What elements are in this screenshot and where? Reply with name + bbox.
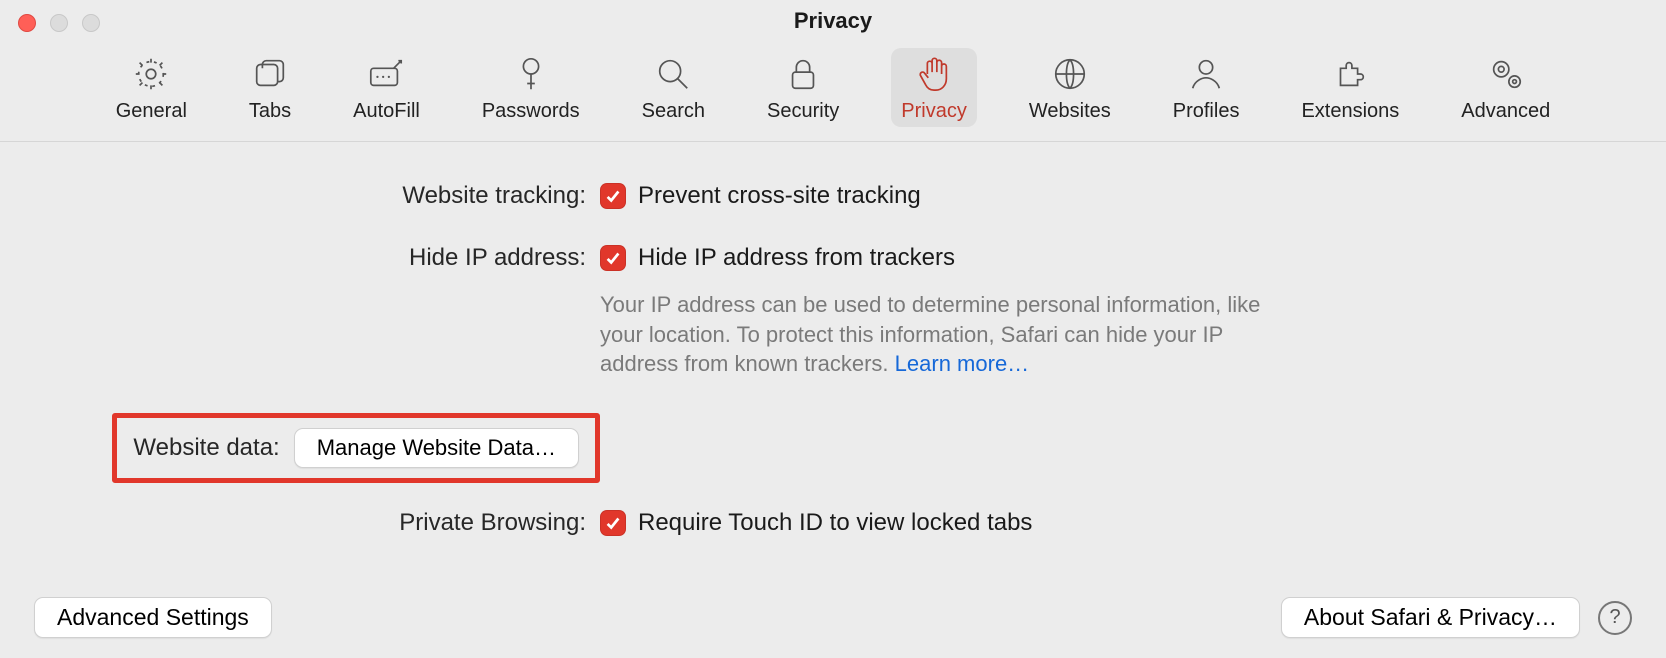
minimize-window-button[interactable] — [50, 14, 68, 32]
label-private-browsing: Private Browsing: — [60, 509, 600, 537]
puzzle-icon — [1330, 54, 1370, 94]
checkmark-icon — [604, 249, 622, 267]
tab-label: Search — [642, 100, 705, 123]
tab-label: Extensions — [1301, 100, 1399, 123]
hand-icon — [914, 54, 954, 94]
help-button[interactable]: ? — [1598, 601, 1632, 635]
learn-more-link[interactable]: Learn more… — [895, 351, 1030, 376]
row-website-data: Website data: Manage Website Data… — [60, 413, 1606, 483]
tab-websites[interactable]: Websites — [1019, 48, 1121, 127]
row-hide-ip: Hide IP address: Hide IP address from tr… — [60, 244, 1606, 379]
tab-label: AutoFill — [353, 100, 420, 123]
checkmark-icon — [604, 187, 622, 205]
checkbox-label: Require Touch ID to view locked tabs — [638, 509, 1032, 537]
checkbox-require-touch-id[interactable] — [600, 510, 626, 536]
autofill-icon — [366, 54, 406, 94]
checkbox-hide-ip[interactable] — [600, 245, 626, 271]
tab-privacy[interactable]: Privacy — [891, 48, 977, 127]
tab-label: Privacy — [901, 100, 967, 123]
content-area: Website tracking: Prevent cross-site tra… — [0, 142, 1666, 658]
tab-security[interactable]: Security — [757, 48, 849, 127]
advanced-settings-button[interactable]: Advanced Settings — [34, 597, 272, 638]
row-website-tracking: Website tracking: Prevent cross-site tra… — [60, 182, 1606, 210]
manage-website-data-button[interactable]: Manage Website Data… — [294, 428, 579, 468]
tab-general[interactable]: General — [106, 48, 197, 127]
gear-icon — [131, 54, 171, 94]
tab-label: Tabs — [249, 100, 291, 123]
checkbox-label: Hide IP address from trackers — [638, 244, 955, 272]
lock-icon — [783, 54, 823, 94]
checkbox-label: Prevent cross-site tracking — [638, 182, 921, 210]
tab-autofill[interactable]: AutoFill — [343, 48, 430, 127]
tab-advanced[interactable]: Advanced — [1451, 48, 1560, 127]
checkbox-prevent-cross-site-tracking[interactable] — [600, 183, 626, 209]
titlebar: Privacy — [0, 0, 1666, 42]
checkmark-icon — [604, 514, 622, 532]
profile-icon — [1186, 54, 1226, 94]
about-safari-privacy-button[interactable]: About Safari & Privacy… — [1281, 597, 1580, 638]
tab-label: Profiles — [1173, 100, 1240, 123]
close-window-button[interactable] — [18, 14, 36, 32]
tab-label: Advanced — [1461, 100, 1550, 123]
preferences-window: Privacy General Tabs AutoFill Password — [0, 0, 1666, 658]
gears-icon — [1486, 54, 1526, 94]
bottom-bar: Advanced Settings About Safari & Privacy… — [0, 597, 1666, 638]
tab-label: Websites — [1029, 100, 1111, 123]
tabs-icon — [250, 54, 290, 94]
zoom-window-button[interactable] — [82, 14, 100, 32]
tab-passwords[interactable]: Passwords — [472, 48, 590, 127]
window-controls — [18, 14, 100, 32]
tab-toolbar: General Tabs AutoFill Passwords Search — [0, 42, 1666, 142]
hide-ip-description: Your IP address can be used to determine… — [600, 290, 1280, 379]
tab-label: Security — [767, 100, 839, 123]
row-private-browsing: Private Browsing: Require Touch ID to vi… — [60, 509, 1606, 537]
tab-tabs[interactable]: Tabs — [239, 48, 301, 127]
window-title: Privacy — [0, 8, 1666, 34]
label-website-data: Website data: — [133, 434, 279, 462]
tab-extensions[interactable]: Extensions — [1291, 48, 1409, 127]
label-website-tracking: Website tracking: — [60, 182, 600, 210]
key-icon — [511, 54, 551, 94]
tab-label: Passwords — [482, 100, 580, 123]
search-icon — [653, 54, 693, 94]
label-hide-ip: Hide IP address: — [60, 244, 600, 272]
globe-icon — [1050, 54, 1090, 94]
website-data-highlight: Website data: Manage Website Data… — [112, 413, 600, 483]
tab-profiles[interactable]: Profiles — [1163, 48, 1250, 127]
tab-search[interactable]: Search — [632, 48, 715, 127]
tab-label: General — [116, 100, 187, 123]
